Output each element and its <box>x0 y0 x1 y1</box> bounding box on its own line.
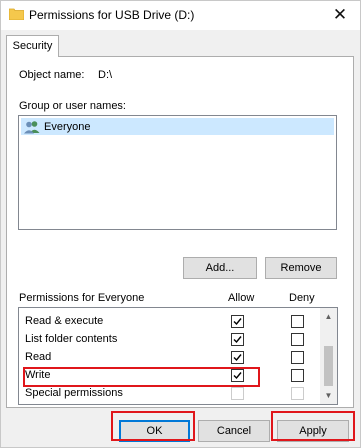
deny-checkbox-read-execute[interactable] <box>291 315 304 328</box>
cancel-button[interactable]: Cancel <box>198 420 270 442</box>
title-bar: Permissions for USB Drive (D:) ✕ <box>0 0 361 30</box>
permissions-list[interactable]: Read & execute List folder contents Read <box>18 307 338 405</box>
scroll-down-button[interactable]: ▼ <box>320 387 337 404</box>
apply-button[interactable]: Apply <box>277 420 349 442</box>
users-icon <box>24 120 40 133</box>
close-icon: ✕ <box>332 5 348 24</box>
dialog-body: Security Object name: D:\ Group or user … <box>0 30 361 448</box>
chevron-down-icon: ▼ <box>324 391 333 400</box>
scroll-up-button[interactable]: ▲ <box>320 308 337 325</box>
deny-checkbox-special-permissions <box>291 387 304 400</box>
object-name-value: D:\ <box>98 69 113 81</box>
remove-button[interactable]: Remove <box>265 257 337 279</box>
permissions-scrollbar[interactable]: ▲ ▼ <box>320 308 337 404</box>
deny-checkbox-read[interactable] <box>291 351 304 364</box>
check-icon <box>233 318 242 326</box>
group-list-item-label: Everyone <box>44 120 91 133</box>
permission-name: Read & execute <box>25 315 104 327</box>
permission-row-special-permissions: Special permissions <box>19 385 320 403</box>
allow-checkbox-list-folder-contents[interactable] <box>231 333 244 346</box>
security-panel: Object name: D:\ Group or user names: Ev… <box>6 56 354 408</box>
deny-column-header: Deny <box>289 292 315 304</box>
add-button[interactable]: Add... <box>183 257 257 279</box>
permission-name: Read <box>25 351 52 363</box>
permission-name: List folder contents <box>25 333 118 345</box>
check-icon <box>233 372 242 380</box>
allow-checkbox-special-permissions <box>231 387 244 400</box>
check-icon <box>233 354 242 362</box>
permissions-label: Permissions for Everyone <box>19 292 145 304</box>
permission-name: Write <box>25 369 51 381</box>
close-button[interactable]: ✕ <box>320 1 360 31</box>
permission-name: Special permissions <box>25 387 123 399</box>
check-icon <box>233 336 242 344</box>
tab-security[interactable]: Security <box>6 35 59 57</box>
permission-row-list-folder-contents: List folder contents <box>19 331 320 349</box>
group-list-item-everyone[interactable]: Everyone <box>21 118 334 135</box>
ok-button[interactable]: OK <box>119 420 190 442</box>
group-list[interactable]: Everyone <box>18 115 337 230</box>
deny-checkbox-write[interactable] <box>291 369 304 382</box>
scroll-thumb[interactable] <box>324 346 333 386</box>
allow-column-header: Allow <box>228 292 255 304</box>
object-name-label: Object name: <box>19 69 85 81</box>
window-title: Permissions for USB Drive (D:) <box>29 8 195 22</box>
chevron-up-icon: ▲ <box>324 312 333 321</box>
group-names-label: Group or user names: <box>19 100 126 112</box>
allow-checkbox-write[interactable] <box>231 369 244 382</box>
permission-row-write: Write <box>19 367 320 385</box>
allow-checkbox-read[interactable] <box>231 351 244 364</box>
permission-row-read: Read <box>19 349 320 367</box>
permission-row-read-execute: Read & execute <box>19 313 320 331</box>
folder-icon <box>9 8 24 20</box>
deny-checkbox-list-folder-contents[interactable] <box>291 333 304 346</box>
allow-checkbox-read-execute[interactable] <box>231 315 244 328</box>
